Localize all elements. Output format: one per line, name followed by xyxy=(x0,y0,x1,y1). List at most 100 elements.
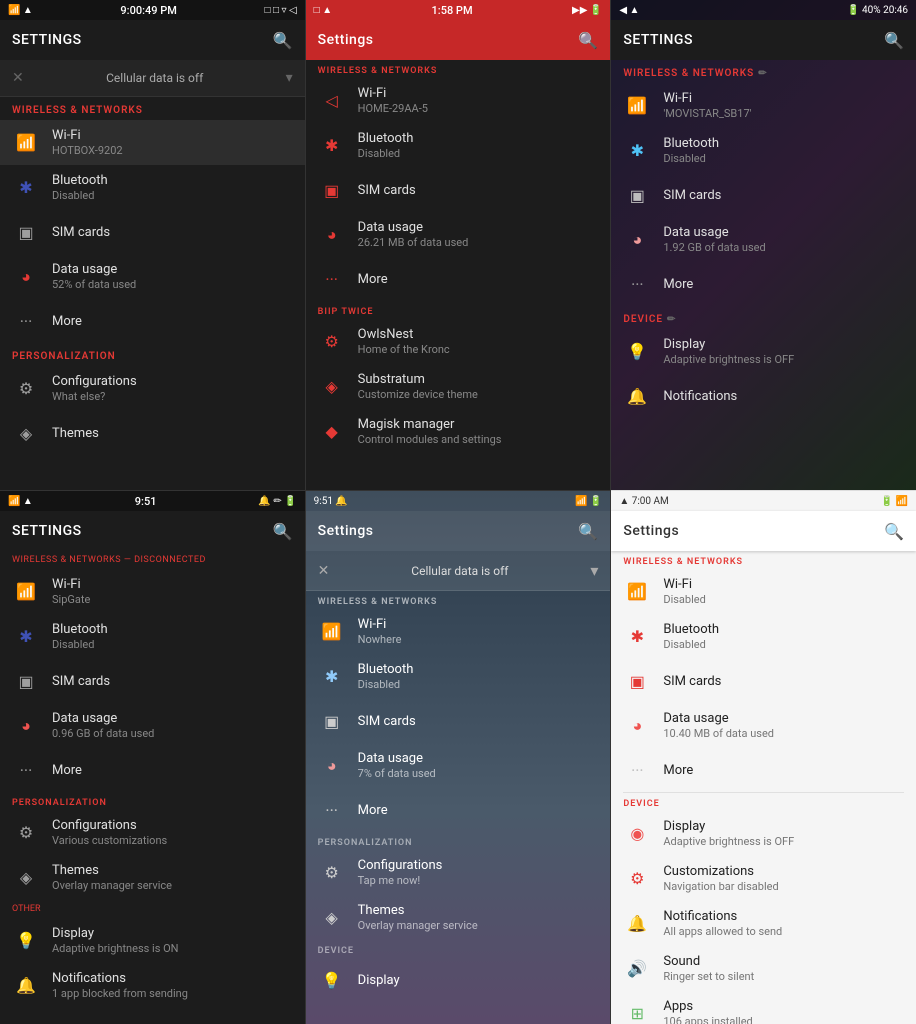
p6-header: Settings 🔍 xyxy=(611,511,916,551)
p1-item-themes[interactable]: ◈ Themes xyxy=(0,411,305,455)
p5-search-icon[interactable]: 🔍 xyxy=(578,522,598,541)
p2-sim-text: SIM cards xyxy=(358,183,599,198)
p1-item-wifi[interactable]: 📶 Wi-Fi HOTBOX-9202 xyxy=(0,120,305,165)
p3-item-display[interactable]: 💡 Display Adaptive brightness is OFF xyxy=(611,329,916,374)
p6-item-sound[interactable]: 🔊 Sound Ringer set to silent xyxy=(611,946,916,991)
p3-sim-text: SIM cards xyxy=(663,188,904,203)
p1-item-config[interactable]: ⚙ Configurations What else? xyxy=(0,366,305,411)
p4-themes-text: Themes Overlay manager service xyxy=(52,863,293,892)
p5-item-data[interactable]: ◕ Data usage 7% of data used xyxy=(306,743,611,788)
p6-item-bt[interactable]: ✱ Bluetooth Disabled xyxy=(611,614,916,659)
p6-item-apps[interactable]: ⊞ Apps 106 apps installed xyxy=(611,991,916,1024)
p5-item-more[interactable]: ··· More xyxy=(306,788,611,832)
p2-status-left: □ ▲ xyxy=(314,5,332,16)
p4-wifi-icon: 📶 xyxy=(12,578,40,606)
p1-sim-title: SIM cards xyxy=(52,225,293,240)
p4-item-display[interactable]: 💡 Display Adaptive brightness is ON xyxy=(0,918,305,963)
p6-wifi-text: Wi-Fi Disabled xyxy=(663,577,904,606)
p4-item-wifi[interactable]: 📶 Wi-Fi SipGate xyxy=(0,569,305,614)
p4-status-left: 📶 ▲ xyxy=(8,496,33,507)
p4-item-bt[interactable]: ✱ Bluetooth Disabled xyxy=(0,614,305,659)
panel-1: 📶 ▲ 9:00:49 PM □ □ ▿ ◁ SETTINGS 🔍 ✕ Cell… xyxy=(0,0,306,490)
p4-bt-text: Bluetooth Disabled xyxy=(52,622,293,651)
p4-item-themes[interactable]: ◈ Themes Overlay manager service xyxy=(0,855,305,900)
p6-notif-title: Notifications xyxy=(663,909,904,924)
p5-item-themes[interactable]: ◈ Themes Overlay manager service xyxy=(306,895,611,940)
p2-title: Settings xyxy=(318,32,374,48)
p4-item-more[interactable]: ··· More xyxy=(0,748,305,792)
p4-wifi-title: Wi-Fi xyxy=(52,577,293,592)
p2-item-more[interactable]: ··· More xyxy=(306,257,611,301)
p6-item-more[interactable]: ··· More xyxy=(611,748,916,792)
p6-item-custom[interactable]: ⚙ Customizations Navigation bar disabled xyxy=(611,856,916,901)
p1-item-more[interactable]: ··· More xyxy=(0,299,305,343)
p4-search-icon[interactable]: 🔍 xyxy=(273,522,293,541)
p1-bt-text: Bluetooth Disabled xyxy=(52,173,293,202)
p2-search-icon[interactable]: 🔍 xyxy=(578,31,598,50)
p5-item-config[interactable]: ⚙ Configurations Tap me now! xyxy=(306,850,611,895)
p1-data-subtitle: 52% of data used xyxy=(52,278,293,291)
p5-data-subtitle: 7% of data used xyxy=(358,767,599,780)
panel-6: ▲ 7:00 AM 🔋 📶 Settings 🔍 WIRELESS & NETW… xyxy=(611,490,916,1024)
p1-item-bt[interactable]: ✱ Bluetooth Disabled xyxy=(0,165,305,210)
p4-sim-title: SIM cards xyxy=(52,674,293,689)
p6-apps-text: Apps 106 apps installed xyxy=(663,999,904,1024)
p6-item-wifi[interactable]: 📶 Wi-Fi Disabled xyxy=(611,569,916,614)
p4-item-sim[interactable]: ▣ SIM cards xyxy=(0,659,305,703)
p3-section-wireless: WIRELESS & NETWORKS ✏ xyxy=(611,60,916,83)
p2-item-substratum[interactable]: ◈ Substratum Customize device theme xyxy=(306,364,611,409)
p3-item-more[interactable]: ··· More xyxy=(611,262,916,306)
p5-cellular-banner[interactable]: ✕ Cellular data is off ▾ xyxy=(306,551,611,591)
p5-item-bt[interactable]: ✱ Bluetooth Disabled xyxy=(306,654,611,699)
p1-item-sim[interactable]: ▣ SIM cards xyxy=(0,210,305,254)
p1-cellular-banner[interactable]: ✕ Cellular data is off ▾ xyxy=(0,60,305,97)
p5-bt-icon: ✱ xyxy=(318,663,346,691)
p4-header: SETTINGS 🔍 xyxy=(0,511,305,551)
p6-item-sim[interactable]: ▣ SIM cards xyxy=(611,659,916,703)
p5-data-title: Data usage xyxy=(358,751,599,766)
p3-item-data[interactable]: ◕ Data usage 1.92 GB of data used xyxy=(611,217,916,262)
p4-config-icon: ⚙ xyxy=(12,819,40,847)
p3-item-bt[interactable]: ✱ Bluetooth Disabled xyxy=(611,128,916,173)
p3-item-notif[interactable]: 🔔 Notifications xyxy=(611,374,916,418)
p6-sound-title: Sound xyxy=(663,954,904,969)
p4-item-notif[interactable]: 🔔 Notifications 1 app blocked from sendi… xyxy=(0,963,305,1008)
p4-more-text: More xyxy=(52,763,293,778)
p1-status-right: □ □ ▿ ◁ xyxy=(264,5,296,16)
p3-item-wifi[interactable]: 📶 Wi-Fi 'MOVISTAR_SB17' xyxy=(611,83,916,128)
p6-custom-text: Customizations Navigation bar disabled xyxy=(663,864,904,893)
p4-notif-text: Notifications 1 app blocked from sending xyxy=(52,971,293,1000)
p2-wifi-text: Wi-Fi HOME-29AA-5 xyxy=(358,86,599,115)
p4-bt-icon: ✱ xyxy=(12,623,40,651)
p2-item-bt[interactable]: ✱ Bluetooth Disabled xyxy=(306,123,611,168)
p1-item-data[interactable]: ◕ Data usage 52% of data used xyxy=(0,254,305,299)
p6-search-icon[interactable]: 🔍 xyxy=(884,522,904,541)
p5-item-display[interactable]: 💡 Display xyxy=(306,958,611,1002)
p6-item-data[interactable]: ◕ Data usage 10.40 MB of data used xyxy=(611,703,916,748)
p6-apps-subtitle: 106 apps installed xyxy=(663,1015,904,1024)
p1-config-subtitle: What else? xyxy=(52,390,293,403)
p4-notif-subtitle: 1 app blocked from sending xyxy=(52,987,293,1000)
p6-item-display[interactable]: ◉ Display Adaptive brightness is OFF xyxy=(611,811,916,856)
p5-wifi-title: Wi-Fi xyxy=(358,617,599,632)
p4-item-data[interactable]: ◕ Data usage 0.96 GB of data used xyxy=(0,703,305,748)
p2-item-magisk[interactable]: ◆ Magisk manager Control modules and set… xyxy=(306,409,611,454)
p1-search-icon[interactable]: 🔍 xyxy=(273,31,293,50)
p2-item-data[interactable]: ◕ Data usage 26.21 MB of data used xyxy=(306,212,611,257)
p3-status-right: 🔋 40% 20:46 xyxy=(847,5,908,16)
p3-search-icon[interactable]: 🔍 xyxy=(884,31,904,50)
p6-item-notif[interactable]: 🔔 Notifications All apps allowed to send xyxy=(611,901,916,946)
p2-item-sim[interactable]: ▣ SIM cards xyxy=(306,168,611,212)
p3-item-sim[interactable]: ▣ SIM cards xyxy=(611,173,916,217)
p2-item-wifi[interactable]: ◁ Wi-Fi HOME-29AA-5 xyxy=(306,78,611,123)
p2-magisk-title: Magisk manager xyxy=(358,417,599,432)
p3-more-text: More xyxy=(663,277,904,292)
p6-data-subtitle: 10.40 MB of data used xyxy=(663,727,904,740)
p4-item-config[interactable]: ⚙ Configurations Various customizations xyxy=(0,810,305,855)
p5-wifi-icon: 📶 xyxy=(318,618,346,646)
p2-item-owlsnest[interactable]: ⚙ OwlsNest Home of the Kronc xyxy=(306,319,611,364)
p2-status-right: ▶▶ 🔋 xyxy=(572,5,602,16)
p5-item-wifi[interactable]: 📶 Wi-Fi Nowhere xyxy=(306,609,611,654)
p5-sim-title: SIM cards xyxy=(358,714,599,729)
p5-item-sim[interactable]: ▣ SIM cards xyxy=(306,699,611,743)
